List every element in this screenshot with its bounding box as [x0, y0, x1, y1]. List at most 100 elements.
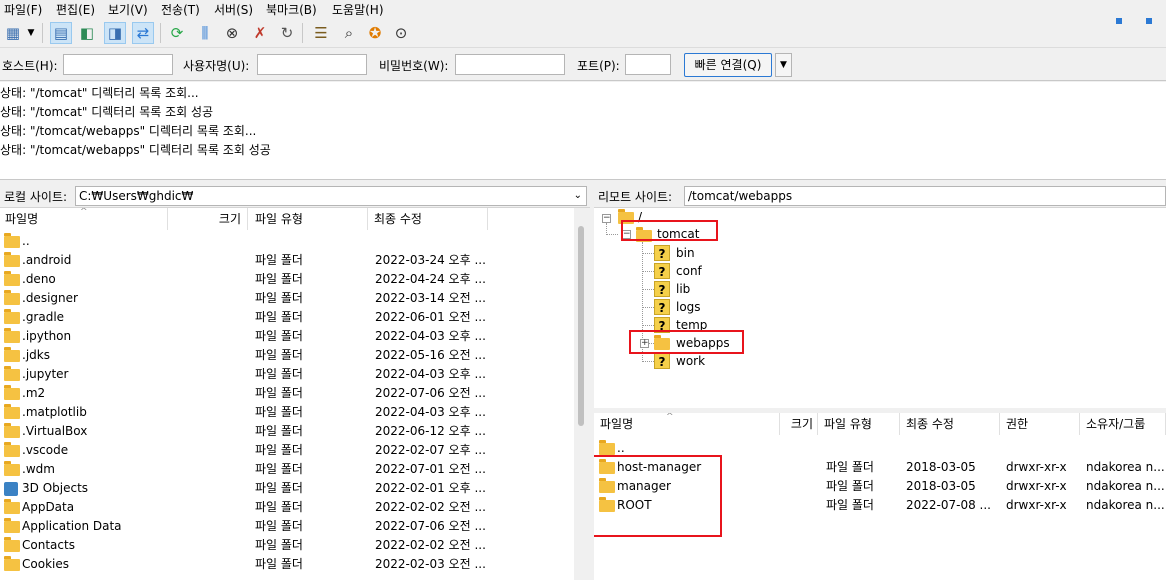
local-file-list[interactable]: 파일명 ^ 크기 파일 유형 최종 수정 .. .android 파일 폴더 2022-… — [0, 208, 590, 580]
port-input[interactable] — [625, 54, 671, 75]
file-type-cell: 파일 폴더 — [255, 291, 303, 305]
compare-icon[interactable]: ⌕ — [338, 22, 360, 44]
tree-node-lib[interactable]: lib — [676, 280, 690, 298]
tree-node-bin[interactable]: bin — [676, 244, 695, 262]
permissions-cell: drwxr-xr-x — [1006, 460, 1067, 474]
column-header-filename[interactable]: 파일명 ^ — [594, 413, 780, 435]
cancel-icon[interactable]: ⊗ — [221, 22, 243, 44]
message-log[interactable]: 상태: "/tomcat" 디렉터리 목록 조회... 상태: "/tomcat… — [0, 82, 1166, 180]
tree-node-conf[interactable]: conf — [676, 262, 702, 280]
table-row[interactable]: .VirtualBox 파일 폴더 2022-06-12 오후 ... — [0, 422, 574, 441]
table-row[interactable]: .matplotlib 파일 폴더 2022-04-03 오후 ... — [0, 403, 574, 422]
modified-cell: 2022-02-02 오전 ... — [375, 538, 486, 552]
reconnect-icon[interactable]: ↻ — [276, 22, 298, 44]
folder-icon — [4, 423, 20, 438]
modified-cell: 2018-03-05 — [906, 479, 976, 493]
modified-cell: 2022-04-03 오후 ... — [375, 405, 486, 419]
table-row[interactable]: .gradle 파일 폴더 2022-06-01 오전 ... — [0, 308, 574, 327]
table-row[interactable]: Application Data 파일 폴더 2022-07-06 오전 ... — [0, 517, 574, 536]
table-row[interactable]: .ipython 파일 폴더 2022-04-03 오후 ... — [0, 327, 574, 346]
sync-browsing-icon[interactable]: ✪ — [364, 22, 386, 44]
sort-ascending-icon: ^ — [666, 413, 674, 422]
site-manager-icon[interactable]: ▦ — [2, 22, 24, 44]
toggle-local-tree-icon[interactable]: ◧ — [76, 22, 98, 44]
modified-cell: 2022-03-14 오전 ... — [375, 291, 486, 305]
table-row[interactable]: .vscode 파일 폴더 2022-02-07 오후 ... — [0, 441, 574, 460]
toggle-log-icon[interactable]: ▤ — [50, 22, 72, 44]
local-path-combo[interactable]: C:₩Users₩ghdic₩ ⌄ — [75, 186, 587, 206]
file-type-cell: 파일 폴더 — [255, 367, 303, 381]
password-label: 비밀번호(W): — [379, 59, 449, 73]
username-input[interactable] — [257, 54, 367, 75]
file-type-cell: 파일 폴더 — [255, 253, 303, 267]
host-input[interactable] — [63, 54, 173, 75]
filter-icon[interactable]: ☰ — [310, 22, 332, 44]
disconnect-icon[interactable]: ✗ — [249, 22, 271, 44]
column-header-size[interactable]: 크기 — [168, 208, 248, 230]
table-row[interactable]: Contacts 파일 폴더 2022-02-02 오전 ... — [0, 536, 574, 555]
modified-cell: 2018-03-05 — [906, 460, 976, 474]
column-header-owner[interactable]: 소유자/그룹 — [1080, 413, 1166, 435]
column-header-modified[interactable]: 최종 수정 — [368, 208, 488, 230]
column-header-type[interactable]: 파일 유형 — [248, 208, 368, 230]
highlight-box — [594, 455, 722, 537]
owner-cell: ndakorea n... — [1086, 479, 1165, 493]
column-header-modified[interactable]: 최종 수정 — [900, 413, 1000, 435]
refresh-icon[interactable]: ⟳ — [166, 22, 188, 44]
file-name-cell: .matplotlib — [22, 405, 87, 419]
table-row[interactable]: .wdm 파일 폴더 2022-07-01 오전 ... — [0, 460, 574, 479]
owner-cell: ndakorea n... — [1086, 498, 1165, 512]
menu-file[interactable]: 파일(F) — [4, 1, 42, 18]
remote-directory-tree[interactable]: − / − tomcat ? bin? conf? lib? logs? temp + web… — [594, 208, 1166, 408]
file-type-cell: 파일 폴더 — [255, 557, 303, 571]
site-manager-dropdown-icon[interactable]: ▼ — [24, 22, 38, 44]
table-row[interactable]: .. — [0, 232, 574, 251]
table-row[interactable]: .designer 파일 폴더 2022-03-14 오전 ... — [0, 289, 574, 308]
menu-help[interactable]: 도움말(H) — [332, 1, 384, 18]
username-label: 사용자명(U): — [183, 59, 250, 73]
local-path-value: C:₩Users₩ghdic₩ — [79, 189, 194, 203]
column-header-type[interactable]: 파일 유형 — [818, 413, 900, 435]
password-input[interactable] — [455, 54, 565, 75]
quickconnect-button[interactable]: 빠른 연결(Q) — [684, 53, 772, 77]
search-files-icon[interactable]: ⊙ — [390, 22, 412, 44]
modified-cell: 2022-03-24 오후 ... — [375, 253, 486, 267]
menu-view[interactable]: 보기(V) — [108, 1, 148, 18]
remote-path-combo[interactable]: /tomcat/webapps — [684, 186, 1166, 206]
column-header-size[interactable]: 크기 — [780, 413, 818, 435]
table-row[interactable]: Cookies 파일 폴더 2022-02-03 오전 ... — [0, 555, 574, 574]
folder-icon — [4, 556, 20, 571]
table-row[interactable]: 3D Objects 파일 폴더 2022-02-01 오후 ... — [0, 479, 574, 498]
table-row[interactable]: .jdks 파일 폴더 2022-05-16 오전 ... — [0, 346, 574, 365]
modified-cell: 2022-02-01 오후 ... — [375, 481, 486, 495]
tree-node-logs[interactable]: logs — [676, 298, 701, 316]
chevron-down-icon[interactable]: ⌄ — [574, 187, 582, 205]
tree-connector — [642, 271, 654, 272]
table-row[interactable]: .deno 파일 폴더 2022-04-24 오후 ... — [0, 270, 574, 289]
table-row[interactable]: .m2 파일 폴더 2022-07-06 오전 ... — [0, 384, 574, 403]
menu-bookmarks[interactable]: 북마크(B) — [266, 1, 317, 18]
quickconnect-dropdown-icon[interactable]: ▼ — [775, 53, 792, 77]
remote-site-label: 리모트 사이트: — [598, 190, 673, 204]
folder-icon — [4, 385, 20, 400]
table-row[interactable]: .jupyter 파일 폴더 2022-04-03 오후 ... — [0, 365, 574, 384]
toggle-queue-icon[interactable]: ⇄ — [132, 22, 154, 44]
window-decoration-icon — [1146, 18, 1152, 24]
menu-server[interactable]: 서버(S) — [214, 1, 253, 18]
process-queue-icon[interactable]: ⫼ — [194, 22, 216, 44]
file-type-cell: 파일 폴더 — [255, 538, 303, 552]
menu-transfer[interactable]: 전송(T) — [161, 1, 200, 18]
local-scrollbar-thumb[interactable] — [578, 226, 584, 426]
column-header-permissions[interactable]: 권한 — [1000, 413, 1080, 435]
tree-connector — [642, 325, 654, 326]
table-row[interactable]: AppData 파일 폴더 2022-02-02 오전 ... — [0, 498, 574, 517]
menu-edit[interactable]: 편집(E) — [56, 1, 95, 18]
column-header-filename[interactable]: 파일명 ^ — [0, 208, 168, 230]
tree-node-work[interactable]: work — [676, 352, 705, 370]
log-line: 상태: "/tomcat" 디렉터리 목록 조회... — [0, 86, 199, 100]
table-row[interactable]: .android 파일 폴더 2022-03-24 오후 ... — [0, 251, 574, 270]
log-line: 상태: "/tomcat/webapps" 디렉터리 목록 조회 성공 — [0, 143, 271, 157]
toggle-remote-tree-icon[interactable]: ◨ — [104, 22, 126, 44]
collapse-icon[interactable]: − — [602, 214, 611, 223]
remote-file-list[interactable]: 파일명 ^ 크기 파일 유형 최종 수정 권한 소유자/그룹 .. host-man… — [594, 413, 1166, 580]
